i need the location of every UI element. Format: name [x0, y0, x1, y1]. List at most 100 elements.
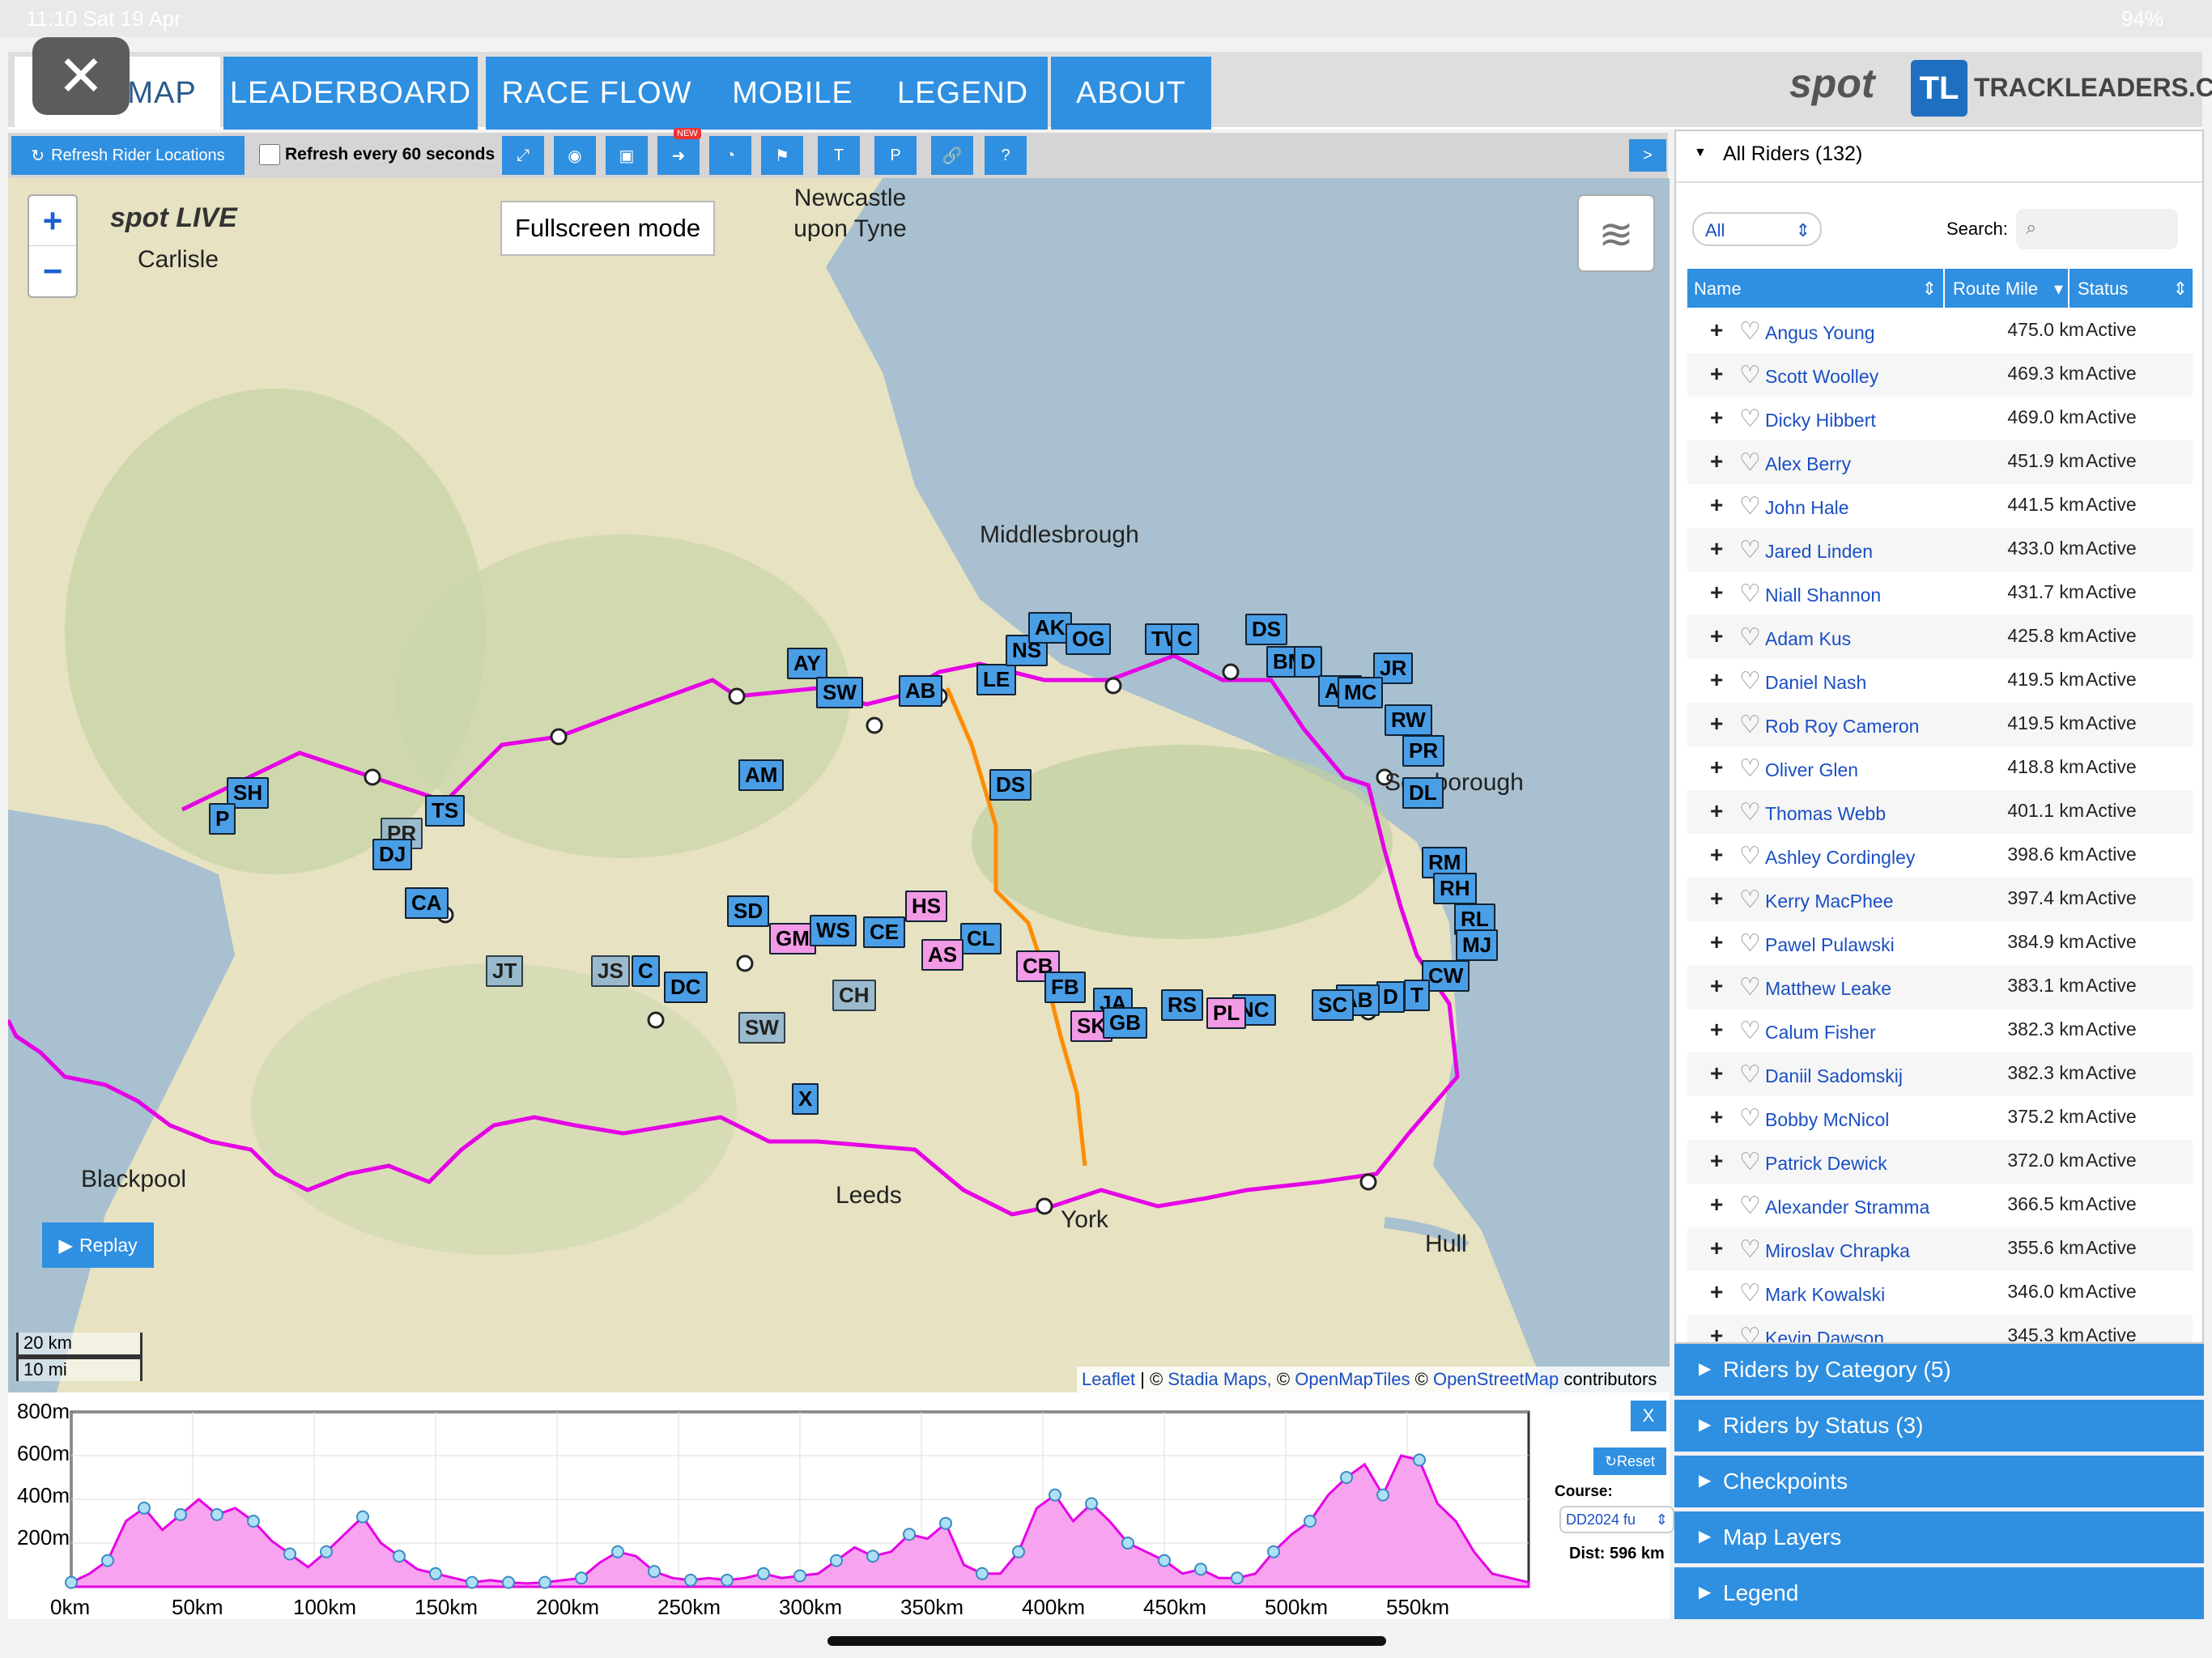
rider-elevation-dot[interactable] — [721, 1573, 734, 1587]
rider-elevation-dot[interactable] — [757, 1567, 770, 1580]
heart-icon[interactable]: ♡ — [1739, 536, 1761, 564]
rider-elevation-dot[interactable] — [648, 1565, 661, 1579]
zoom-out-button[interactable]: − — [29, 246, 76, 296]
expand-row-icon[interactable]: + — [1710, 1235, 1723, 1261]
rider-elevation-dot[interactable] — [1376, 1488, 1389, 1502]
table-row[interactable]: + ♡ Daniil Sadomskij 382.3 km Active — [1687, 1052, 2193, 1096]
close-elevation-button[interactable]: X — [1631, 1401, 1666, 1431]
auto-refresh-checkbox[interactable] — [259, 144, 280, 165]
rider-name[interactable]: Alexander Stramma — [1765, 1197, 1929, 1218]
circle-button[interactable]: ◔ — [709, 136, 751, 175]
expand-panel-button[interactable]: > — [1629, 139, 1666, 172]
heart-icon[interactable]: ♡ — [1739, 1279, 1761, 1307]
rider-name[interactable]: Kevin Dawson — [1765, 1328, 1884, 1342]
p-button[interactable]: P — [874, 136, 917, 175]
table-row[interactable]: + ♡ Adam Kus 425.8 km Active — [1687, 615, 2193, 659]
table-row[interactable]: + ♡ Oliver Glen 418.8 km Active — [1687, 746, 2193, 790]
rider-marker[interactable]: PL — [1206, 997, 1247, 1029]
expand-row-icon[interactable]: + — [1710, 361, 1723, 387]
rider-elevation-dot[interactable] — [101, 1554, 114, 1567]
rider-elevation-dot[interactable] — [575, 1571, 588, 1585]
rider-marker[interactable]: P — [209, 803, 236, 835]
rider-name[interactable]: Jared Linden — [1765, 541, 1873, 563]
rider-marker[interactable]: WS — [810, 915, 857, 946]
rider-name[interactable]: Patrick Dewick — [1765, 1153, 1887, 1175]
rider-elevation-dot[interactable] — [830, 1554, 843, 1567]
table-row[interactable]: + ♡ Alex Berry 451.9 km Active — [1687, 440, 2193, 484]
expand-row-icon[interactable]: + — [1710, 1192, 1723, 1218]
rider-elevation-dot[interactable] — [138, 1501, 151, 1515]
table-row[interactable]: + ♡ Scott Woolley 469.3 km Active — [1687, 353, 2193, 397]
flag-button[interactable]: ⚑ — [761, 136, 803, 175]
expand-row-icon[interactable]: + — [1710, 842, 1723, 868]
rider-marker[interactable]: DL — [1402, 777, 1444, 809]
rider-elevation-dot[interactable] — [866, 1550, 879, 1563]
filter-select[interactable]: All ⇕ — [1692, 212, 1822, 246]
rider-marker[interactable]: MJ — [1456, 929, 1499, 961]
expand-row-icon[interactable]: + — [1710, 317, 1723, 343]
table-row[interactable]: + ♡ Rob Roy Cameron 419.5 km Active — [1687, 703, 2193, 746]
expand-row-icon[interactable]: + — [1710, 886, 1723, 912]
rider-name[interactable]: Scott Woolley — [1765, 366, 1878, 388]
rider-marker[interactable]: D — [1294, 646, 1322, 678]
rider-name[interactable]: Kerry MacPhee — [1765, 891, 1894, 912]
table-row[interactable]: + ♡ Thomas Webb 401.1 km Active — [1687, 790, 2193, 834]
rider-name[interactable]: Matthew Leake — [1765, 978, 1891, 1000]
stadia-link[interactable]: Stadia Maps, — [1168, 1369, 1271, 1389]
expand-row-icon[interactable]: + — [1710, 623, 1723, 649]
rider-name[interactable]: Miroslav Chrapka — [1765, 1240, 1910, 1262]
heart-icon[interactable]: ♡ — [1739, 886, 1761, 914]
rider-elevation-dot[interactable] — [1304, 1515, 1317, 1528]
layers-button[interactable]: ≋ — [1577, 194, 1655, 272]
rider-elevation-dot[interactable] — [611, 1545, 624, 1558]
link-button[interactable]: 🔗 — [931, 136, 973, 175]
rider-marker[interactable]: FB — [1044, 971, 1086, 1003]
rider-elevation-dot[interactable] — [211, 1507, 223, 1521]
rider-marker[interactable]: HS — [905, 891, 948, 922]
rider-elevation-dot[interactable] — [1012, 1545, 1025, 1558]
heart-icon[interactable]: ♡ — [1739, 798, 1761, 827]
rider-elevation-dot[interactable] — [1049, 1488, 1061, 1502]
osm-link[interactable]: OpenStreetMap — [1433, 1369, 1559, 1389]
rider-elevation-dot[interactable] — [247, 1515, 260, 1528]
expand-row-icon[interactable]: + — [1710, 1323, 1723, 1342]
tab-legend[interactable]: LEGEND — [878, 57, 1048, 130]
accordion-section[interactable]: ▶ Legend — [1674, 1567, 2204, 1619]
expand-row-icon[interactable]: + — [1710, 1061, 1723, 1086]
table-row[interactable]: + ♡ Daniel Nash 419.5 km Active — [1687, 659, 2193, 703]
heart-icon[interactable]: ♡ — [1739, 929, 1761, 958]
expand-row-icon[interactable]: + — [1710, 929, 1723, 955]
rider-marker[interactable]: CL — [960, 923, 1002, 954]
rider-elevation-dot[interactable] — [793, 1569, 806, 1583]
help-button[interactable]: ? — [985, 136, 1027, 175]
tab-leaderboard[interactable]: LEADERBOARD — [223, 57, 478, 130]
rider-elevation-dot[interactable] — [466, 1575, 479, 1589]
heart-icon[interactable]: ♡ — [1739, 755, 1761, 783]
locate-button[interactable]: ◉ — [554, 136, 596, 175]
table-row[interactable]: + ♡ Mark Kowalski 346.0 km Active — [1687, 1271, 2193, 1315]
rider-elevation-dot[interactable] — [976, 1567, 989, 1580]
rider-elevation-dot[interactable] — [903, 1528, 916, 1541]
heart-icon[interactable]: ♡ — [1739, 667, 1761, 695]
rider-marker[interactable]: T — [1404, 980, 1430, 1011]
tab-race-flow[interactable]: RACE FLOW — [486, 57, 708, 130]
fullscreen-button[interactable]: ⤢ — [502, 136, 544, 175]
heart-icon[interactable]: ♡ — [1739, 1323, 1761, 1342]
rider-name[interactable]: Bobby McNicol — [1765, 1109, 1889, 1131]
rider-elevation-dot[interactable] — [538, 1575, 551, 1589]
course-select[interactable]: DD2024 fu ⇕ — [1559, 1506, 1674, 1533]
rider-elevation-dot[interactable] — [1413, 1453, 1426, 1467]
expand-row-icon[interactable]: + — [1710, 1104, 1723, 1130]
expand-row-icon[interactable]: + — [1710, 973, 1723, 999]
expand-row-icon[interactable]: + — [1710, 449, 1723, 474]
heart-icon[interactable]: ♡ — [1739, 973, 1761, 1001]
tab-mobile[interactable]: MOBILE — [708, 57, 878, 130]
heart-icon[interactable]: ♡ — [1739, 361, 1761, 389]
rider-marker[interactable]: SW — [738, 1012, 785, 1044]
rider-name[interactable]: Oliver Glen — [1765, 759, 1858, 781]
table-row[interactable]: + ♡ Matthew Leake 383.1 km Active — [1687, 965, 2193, 1009]
rider-marker[interactable]: AS — [921, 939, 964, 971]
expand-row-icon[interactable]: + — [1710, 580, 1723, 606]
rider-name[interactable]: Ashley Cordingley — [1765, 847, 1915, 869]
table-row[interactable]: + ♡ John Hale 441.5 km Active — [1687, 484, 2193, 528]
